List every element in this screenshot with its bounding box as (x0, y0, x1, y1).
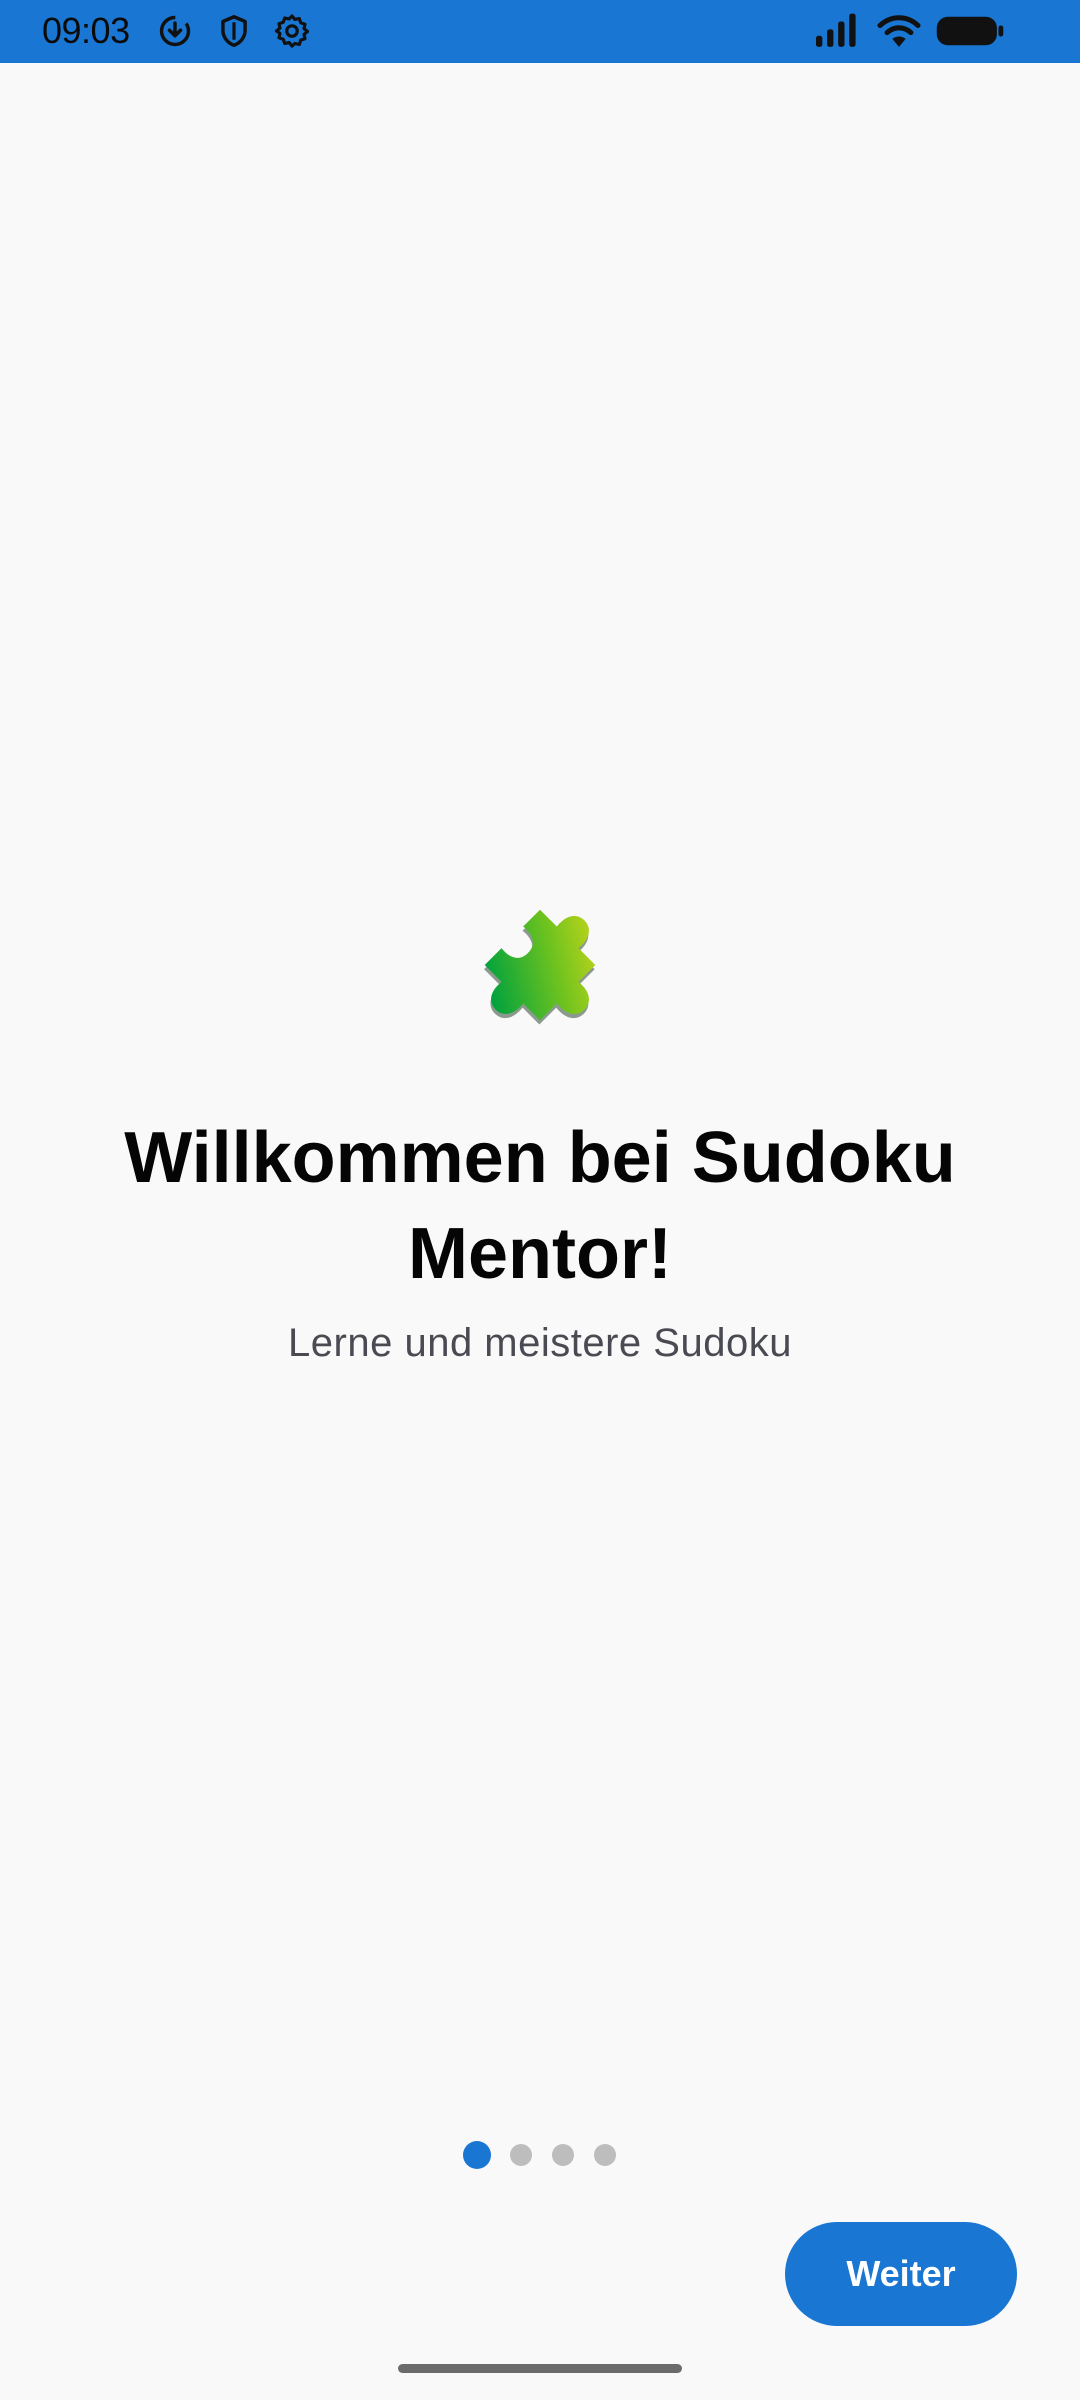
welcome-title: Willkommen bei Sudoku Mentor! (124, 1118, 956, 1294)
gear-icon (273, 12, 311, 50)
signal-icon (812, 12, 858, 50)
next-button[interactable]: Weiter (785, 2222, 1017, 2326)
page-indicator (0, 2140, 1080, 2170)
download-icon (156, 12, 194, 50)
page-dot-2 (510, 2144, 532, 2166)
puzzle-piece-icon (455, 880, 625, 1050)
welcome-subtitle: Lerne und meistere Sudoku (288, 1321, 792, 1365)
home-indicator[interactable] (398, 2364, 682, 2373)
page-dot-4 (594, 2144, 616, 2166)
status-time: 09:03 (42, 10, 130, 51)
shield-icon (215, 12, 253, 50)
wifi-icon (876, 12, 922, 50)
status-bar: 09:03 (0, 0, 1080, 63)
battery-icon (934, 12, 1006, 50)
page-dot-3 (552, 2144, 574, 2166)
page-dot-1-active (463, 2141, 491, 2169)
